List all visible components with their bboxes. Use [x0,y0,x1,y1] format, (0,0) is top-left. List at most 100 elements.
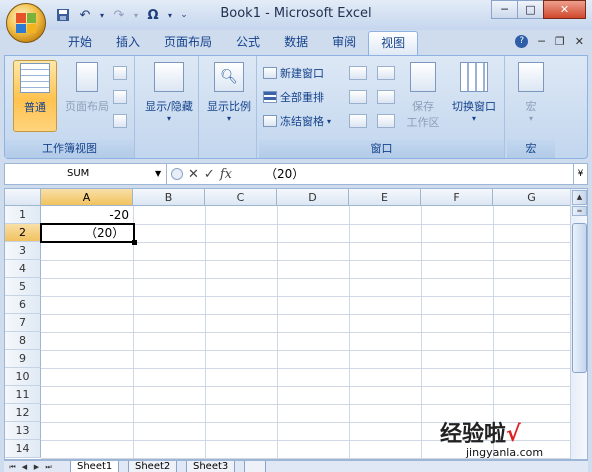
chevron-down-icon: ▾ [327,116,332,126]
scroll-thumb[interactable] [572,223,587,373]
fill-handle[interactable] [132,240,137,245]
next-sheet-icon[interactable]: ▶ [32,462,41,472]
row-header[interactable]: 5 [5,278,41,296]
office-button[interactable] [6,3,46,43]
help-icon[interactable]: ? [515,35,529,48]
page-layout-view-button[interactable]: 页面布局 [61,60,113,132]
row-header[interactable]: 12 [5,404,41,422]
hide-window-icon[interactable] [349,90,367,104]
name-box[interactable]: SUM [5,164,167,184]
prev-sheet-icon[interactable]: ◀ [20,462,29,472]
sheet-tab-sheet1[interactable]: Sheet1 [70,461,120,472]
tab-home[interactable]: 开始 [56,31,104,55]
group-label: 窗口 [259,140,504,158]
name-box-dropdown-icon[interactable]: ▼ [155,164,167,184]
tab-insert[interactable]: 插入 [104,31,152,55]
gridline [41,350,571,351]
macros-button[interactable]: 宏 ▾ [509,60,553,132]
column-header-f[interactable]: F [421,189,493,206]
row-header[interactable]: 7 [5,314,41,332]
view-side-by-side-icon[interactable] [377,66,395,80]
freeze-panes-button[interactable]: 冻结窗格 ▾ [263,112,331,130]
row-header[interactable]: 2 [5,224,41,242]
minimize-icon[interactable]: ─ [491,0,518,19]
office-logo-icon [16,13,36,33]
insert-function-icon[interactable]: fx [220,167,232,182]
full-screen-icon[interactable] [113,114,127,128]
synchronous-scrolling-icon[interactable] [377,90,395,104]
watermark-url: jingyanla.com [466,446,544,459]
workbook-restore-icon[interactable]: ❐ [555,35,565,48]
row-header[interactable]: 4 [5,260,41,278]
row-header[interactable]: 6 [5,296,41,314]
tab-view[interactable]: 视图 [368,31,419,55]
group-label: 工作簿视图 [5,140,134,158]
enter-icon[interactable]: ✓ [204,167,215,182]
close-icon[interactable]: ✕ [543,0,586,19]
window-controls: ─ □ ✕ [491,0,586,19]
select-all-corner[interactable] [5,189,41,206]
vertical-scrollbar[interactable]: ▲ ═ [570,189,587,459]
zoom-button[interactable]: 🔍︎ 显示比例 ▾ [203,60,255,132]
page-break-preview-icon[interactable] [113,66,127,80]
switch-windows-button[interactable]: 切换窗口 ▾ [447,60,501,132]
workbook-minimize-icon[interactable]: ─ [538,35,545,48]
formula-buttons: ✕ ✓ fx [171,164,232,184]
workbook-close-icon[interactable]: ✕ [575,35,584,48]
column-header-c[interactable]: C [205,189,277,206]
row-header[interactable]: 13 [5,422,41,440]
sheet-tab-sheet2[interactable]: Sheet2 [128,461,178,472]
active-cell-border [40,223,135,243]
cell-a1[interactable]: -20 [41,206,131,224]
maximize-icon[interactable]: □ [517,0,544,19]
split-box[interactable]: ═ [572,206,587,216]
column-header-e[interactable]: E [349,189,421,206]
group-label: 宏 [507,140,555,158]
chevron-down-icon: ▾ [226,114,231,123]
save-workspace-button[interactable]: 保存 工作区 [403,60,443,132]
row-header[interactable]: 10 [5,368,41,386]
column-header-a[interactable]: A [41,189,133,206]
row-header[interactable]: 11 [5,386,41,404]
arrange-all-button[interactable]: 全部重排 [263,88,324,106]
last-sheet-icon[interactable]: ⏭ [44,462,53,472]
tab-review[interactable]: 审阅 [320,31,368,55]
unhide-window-icon[interactable] [349,114,367,128]
normal-view-icon [20,63,50,93]
show-hide-button[interactable]: 显示/隐藏 ▾ [141,60,197,132]
tab-page-layout[interactable]: 页面布局 [152,31,224,55]
row-header[interactable]: 8 [5,332,41,350]
column-header-b[interactable]: B [133,189,205,206]
insert-sheet-icon[interactable] [244,461,266,472]
formula-input[interactable]: （20） [265,164,304,184]
sheet-tab-sheet3[interactable]: Sheet3 [186,461,236,472]
tab-data[interactable]: 数据 [272,31,320,55]
chevron-down-icon: ▾ [528,114,533,123]
group-zoom: 🔍︎ 显示比例 ▾ [201,56,257,158]
column-header-d[interactable]: D [277,189,349,206]
formula-bar-grip-icon[interactable] [171,168,183,180]
new-window-button[interactable]: 新建窗口 [263,64,324,82]
gridline [41,278,571,279]
row-header[interactable]: 1 [5,206,41,224]
reset-window-position-icon[interactable] [377,114,395,128]
gridline [41,332,571,333]
watermark: 经验啦√ [440,416,521,448]
row-header[interactable]: 9 [5,350,41,368]
custom-views-icon[interactable] [113,90,127,104]
split-icon[interactable] [349,66,367,80]
column-header-g[interactable]: G [493,189,571,206]
arrange-all-icon [263,91,277,103]
first-sheet-icon[interactable]: ⏮ [8,462,17,472]
switch-windows-icon [460,62,488,92]
expand-formula-bar-icon[interactable]: ¥ [573,164,587,184]
cancel-icon[interactable]: ✕ [188,167,199,182]
row-header[interactable]: 3 [5,242,41,260]
scroll-up-icon[interactable]: ▲ [572,190,587,205]
chevron-down-icon: ▾ [166,114,171,123]
normal-view-button[interactable]: 普通 [13,60,57,132]
tab-formulas[interactable]: 公式 [224,31,272,55]
row-header[interactable]: 14 [5,440,41,458]
gridline [41,314,571,315]
save-workspace-icon [410,62,436,92]
